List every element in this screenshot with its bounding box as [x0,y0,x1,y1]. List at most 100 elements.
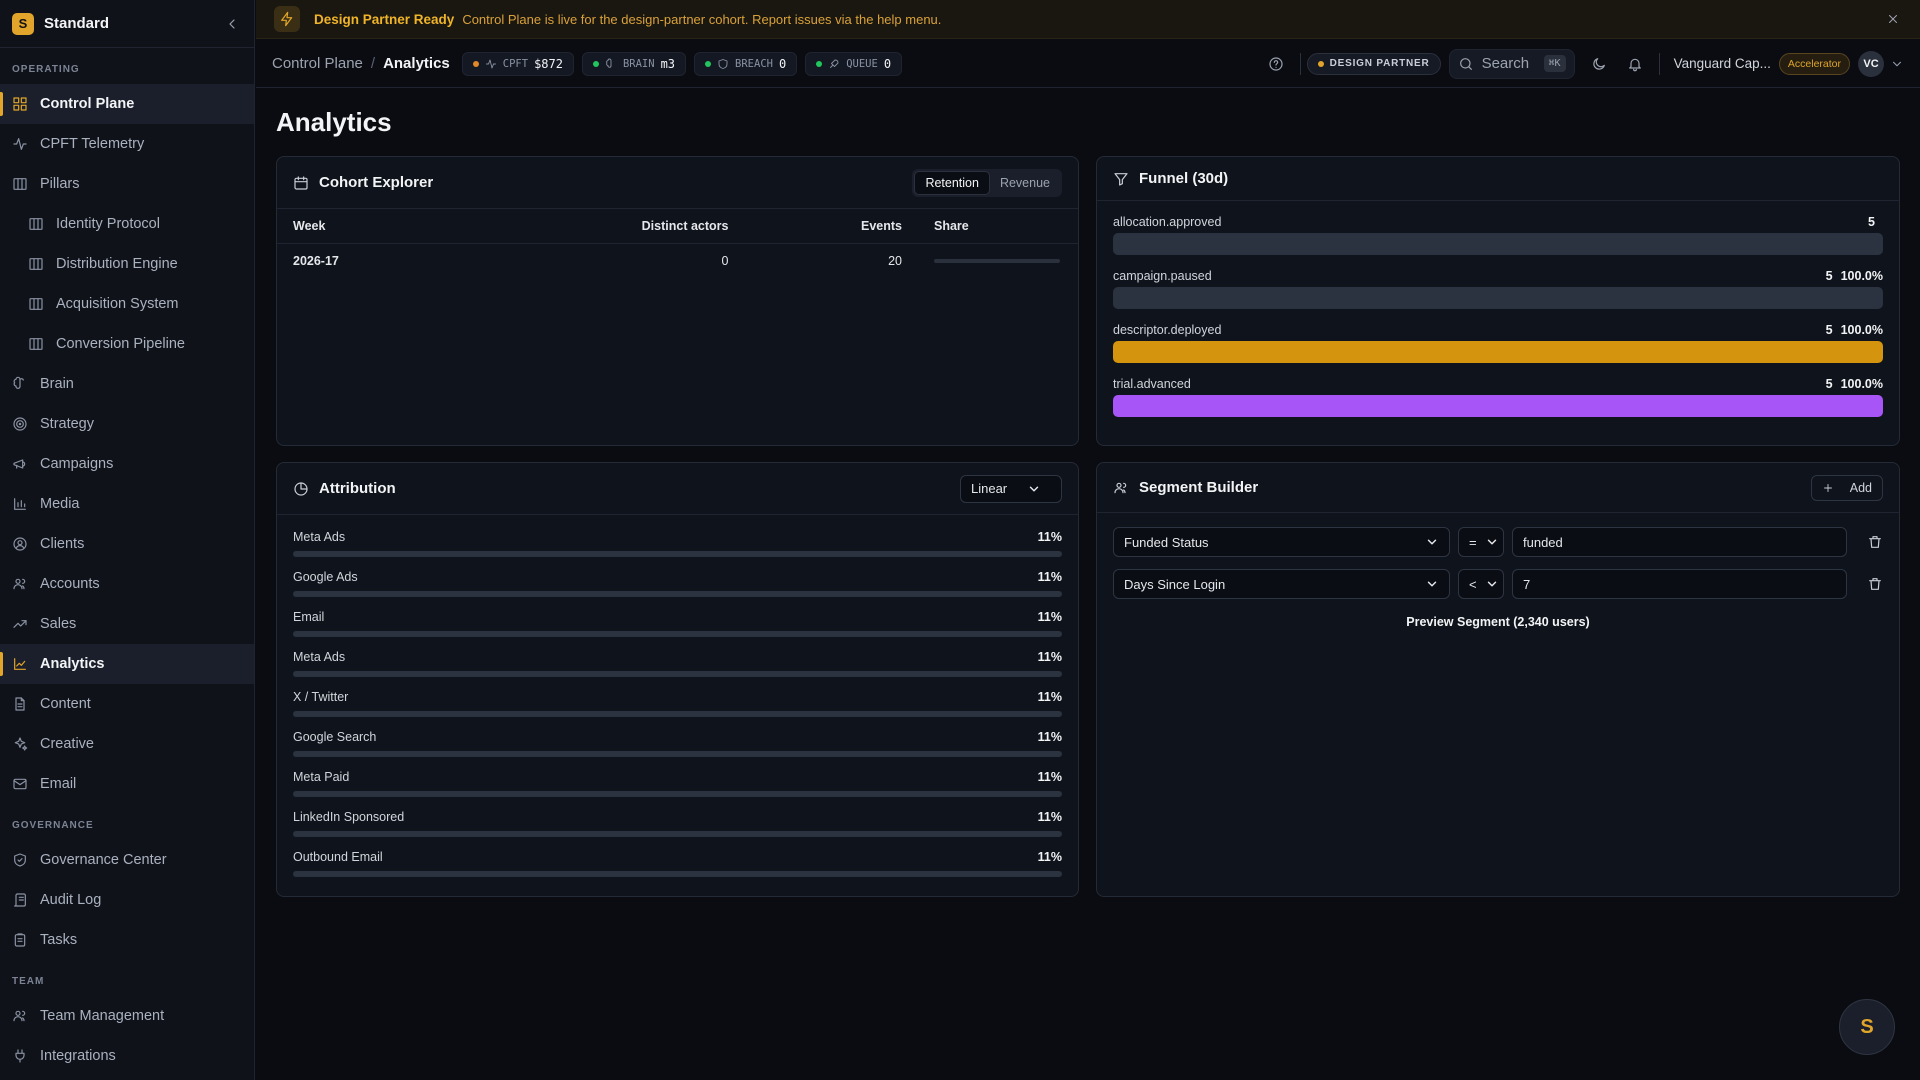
breadcrumb-root[interactable]: Control Plane [272,55,363,72]
attribution-row[interactable]: LinkedIn Sponsored 11% [293,807,1062,847]
search-input[interactable]: Search ⌘K [1448,48,1575,79]
rule-value-input[interactable]: 7 [1512,569,1847,599]
column-header-week[interactable]: Week [277,209,463,244]
help-icon[interactable] [1268,56,1284,72]
tab-revenue[interactable]: Revenue [990,171,1060,195]
funnel-step[interactable]: trial.advanced 5 100.0% [1113,373,1883,417]
select-value: Funded Status [1124,534,1209,550]
sparkles-icon [12,736,28,752]
add-rule-button[interactable]: Add [1810,474,1883,501]
funnel-step[interactable]: descriptor.deployed 5 100.0% [1113,319,1883,363]
banner-title: Design Partner Ready [314,11,455,27]
attribution-row[interactable]: Meta Paid 11% [293,767,1062,807]
attribution-model-select[interactable]: Linear [960,474,1062,503]
sidebar-item-strategy[interactable]: Strategy [0,404,254,444]
status-dot [1317,60,1324,67]
sidebar-item-label: Acquisition System [56,296,179,312]
sidebar-item-governance-center[interactable]: Governance Center [0,840,254,880]
assistant-fab[interactable]: S [1839,999,1895,1055]
column-header-events[interactable]: Events [744,209,918,244]
sidebar-item-distribution-engine[interactable]: Distribution Engine [0,244,254,284]
sidebar-item-label: Clients [40,536,85,552]
brand-name[interactable]: Standard [44,15,222,32]
attribution-row[interactable]: Email 11% [293,607,1062,647]
brand-logo[interactable]: S [12,12,34,35]
sidebar-item-integrations[interactable]: Integrations [0,1036,254,1076]
sidebar-item-accounts[interactable]: Accounts [0,564,254,604]
bell-icon[interactable] [1627,56,1643,72]
sidebar-item-tasks[interactable]: Tasks [0,920,254,960]
sidebar-item-media[interactable]: Media [0,484,254,524]
pie-chart-icon [293,481,309,497]
funnel-step[interactable]: allocation.approved 5 [1113,211,1883,255]
sidebar-item-team-management[interactable]: Team Management [0,996,254,1036]
status-dot [472,60,479,67]
attribution-row[interactable]: Google Search 11% [293,727,1062,767]
tab-retention[interactable]: Retention [914,170,990,195]
attribution-row[interactable]: Meta Ads 11% [293,527,1062,567]
breach-pill[interactable]: BREACH 0 [694,51,798,76]
lightning-icon [274,6,300,32]
segment-rule-row: Days Since Login < 7 [1113,569,1883,599]
sidebar-item-email[interactable]: Email [0,764,254,804]
brain-pill[interactable]: BRAIN m3 [581,51,687,76]
sidebar-item-brain[interactable]: Brain [0,364,254,404]
attribution-row[interactable]: Google Ads 11% [293,567,1062,607]
collapse-sidebar-icon[interactable] [222,14,242,34]
avatar[interactable]: VC [1858,50,1884,77]
sidebar-item-clients[interactable]: Clients [0,524,254,564]
org-name[interactable]: Vanguard Cap... [1674,56,1771,71]
sidebar-item-sales[interactable]: Sales [0,604,254,644]
sidebar-item-audit-log[interactable]: Audit Log [0,880,254,920]
queue-pill[interactable]: QUEUE 0 [805,51,903,76]
sidebar-item-pillars[interactable]: Pillars [0,164,254,204]
sidebar-item-cpft-telemetry[interactable]: CPFT Telemetry [0,124,254,164]
card-title: Attribution [319,480,396,497]
step-name: allocation.approved [1113,215,1222,229]
attribution-row[interactable]: Outbound Email 11% [293,847,1062,887]
channel-bar [293,671,1062,677]
column-header-actors[interactable]: Distinct actors [462,209,745,244]
design-partner-badge: DESIGN PARTNER [1306,52,1441,75]
channel-bar [293,631,1062,637]
line-chart-icon [12,656,28,672]
sidebar-item-conversion-pipeline[interactable]: Conversion Pipeline [0,324,254,364]
rule-field-select[interactable]: Funded Status [1113,527,1450,557]
funnel-step[interactable]: campaign.paused 5 100.0% [1113,265,1883,309]
sidebar-item-identity-protocol[interactable]: Identity Protocol [0,204,254,244]
add-rule-label: Add [1849,480,1872,495]
chevron-down-icon[interactable] [1890,57,1904,71]
moon-icon[interactable] [1591,56,1607,72]
trash-icon[interactable] [1867,534,1883,550]
chevron-down-icon [1027,482,1041,496]
sidebar-item-label: Strategy [40,416,94,432]
select-value: Days Since Login [1124,576,1226,592]
brain-icon [605,58,617,70]
rule-operator-select[interactable]: < [1458,569,1504,599]
trash-icon[interactable] [1867,576,1883,592]
sidebar-item-analytics[interactable]: Analytics [0,644,254,684]
section-team: TEAM [12,975,45,987]
rule-value-input[interactable]: funded [1512,527,1847,557]
rule-operator-select[interactable]: = [1458,527,1504,557]
rocket-icon [828,58,840,70]
table-row[interactable]: 2026-17 0 20 [277,243,1078,279]
sidebar-item-label: Creative [40,736,94,752]
attribution-row[interactable]: X / Twitter 11% [293,687,1062,727]
search-shortcut: ⌘K [1543,55,1566,72]
attribution-row[interactable]: Meta Ads 11% [293,647,1062,687]
sidebar-item-acquisition-system[interactable]: Acquisition System [0,284,254,324]
preview-segment-button[interactable]: Preview Segment (2,340 users) [1113,615,1883,629]
select-value: = [1469,534,1477,550]
close-icon[interactable] [1886,12,1900,26]
channel-pct: 11% [1037,850,1062,864]
rule-field-select[interactable]: Days Since Login [1113,569,1450,599]
chevron-down-icon [1485,535,1499,549]
channel-pct: 11% [1037,770,1062,784]
sidebar-item-campaigns[interactable]: Campaigns [0,444,254,484]
cpft-pill[interactable]: CPFT $872 [461,51,574,76]
sidebar-item-creative[interactable]: Creative [0,724,254,764]
sidebar-item-control-plane[interactable]: Control Plane [0,84,254,124]
column-header-share[interactable]: Share [918,209,1078,244]
sidebar-item-content[interactable]: Content [0,684,254,724]
